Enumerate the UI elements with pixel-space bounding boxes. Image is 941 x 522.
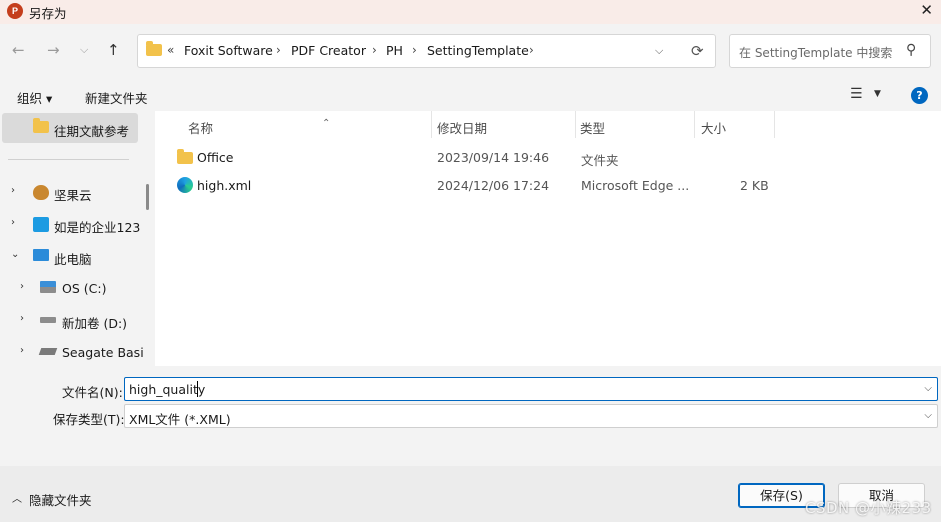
sidebar-item-jianguoyun[interactable]: › 坚果云 [0, 177, 150, 207]
file-date: 2024/12/06 17:24 [437, 178, 550, 193]
forward-arrow-icon[interactable]: → [47, 41, 60, 59]
edge-icon [177, 177, 193, 193]
column-header-type[interactable]: 类型 [576, 111, 694, 138]
refresh-icon[interactable]: ⟳ [691, 42, 704, 60]
navigation-bar: ← → ⌵ ↑ « Foxit Software › PDF Creator ›… [0, 24, 941, 80]
chevron-down-icon[interactable]: ⌵ [924, 383, 932, 394]
sidebar-item-label: 坚果云 [54, 188, 92, 203]
column-header-label: 修改日期 [437, 121, 488, 136]
window-title: 另存为 [29, 6, 67, 21]
breadcrumb-separator-icon[interactable]: › [412, 43, 417, 57]
chevron-down-icon[interactable]: ⌵ [924, 410, 932, 421]
save-form: 文件名(N): high_quality ⌵ 保存类型(T): XML文件 (*… [0, 366, 941, 466]
view-options-icon[interactable]: ☰ [850, 86, 863, 102]
expand-chevron-icon[interactable]: › [11, 185, 15, 196]
title-bar: P 另存为 ✕ [0, 0, 941, 24]
column-header-label: 大小 [701, 121, 727, 136]
address-dropdown-icon[interactable]: ⌵ [655, 44, 663, 58]
filetype-value: XML文件 (*.XML) [129, 412, 231, 427]
hide-folders-button[interactable]: 隐藏文件夹 [29, 490, 92, 509]
file-size: 2 KB [740, 178, 769, 193]
command-toolbar: 组织 ▾ 新建文件夹 ☰ ▼ ? [0, 80, 941, 111]
filetype-select[interactable]: XML文件 (*.XML) ⌵ [124, 404, 938, 428]
navigation-pane: 往期文献参考 › 坚果云 › 如是的企业123 ⌄ 此电脑 › OS (C:) … [0, 111, 155, 366]
expand-chevron-icon[interactable]: › [20, 281, 24, 292]
file-type: Microsoft Edge ... [581, 178, 690, 193]
sidebar-divider [8, 159, 129, 160]
sidebar-item-this-pc[interactable]: ⌄ 此电脑 [0, 241, 150, 271]
breadcrumb-pdf-creator[interactable]: PDF Creator [291, 43, 366, 58]
column-header-name[interactable]: 名称 ⌃ [175, 111, 431, 138]
sidebar-item-enterprise[interactable]: › 如是的企业123 [0, 209, 150, 239]
nut-icon [33, 185, 49, 200]
sidebar-item-label: OS (C:) [62, 281, 107, 296]
folder-icon [33, 118, 49, 133]
expand-chevron-icon[interactable]: › [11, 217, 15, 228]
recent-locations-chevron-icon[interactable]: ⌵ [80, 43, 88, 57]
new-folder-button[interactable]: 新建文件夹 [85, 88, 148, 107]
file-row-office[interactable]: Office 2023/09/14 19:46 文件夹 [169, 144, 789, 170]
sidebar-item-seagate[interactable]: › Seagate Basi [0, 337, 150, 366]
organize-menu-button[interactable]: 组织 ▾ [17, 88, 52, 107]
up-arrow-icon[interactable]: ↑ [107, 41, 120, 59]
breadcrumb-ph[interactable]: PH [386, 43, 403, 58]
sidebar-item-label: 此电脑 [54, 252, 92, 267]
expand-chevron-icon[interactable]: › [20, 313, 24, 324]
powerpoint-app-icon: P [7, 3, 23, 19]
filename-input[interactable]: high_quality ⌵ [124, 377, 938, 401]
watermark: CSDN @小辣233 [805, 499, 932, 517]
breadcrumb-separator-icon[interactable]: › [276, 43, 281, 57]
drive-icon [40, 317, 56, 323]
folder-icon [177, 149, 193, 164]
close-icon[interactable]: ✕ [920, 1, 933, 19]
expand-chevron-icon[interactable]: › [20, 345, 24, 356]
file-type: 文件夹 [581, 153, 619, 168]
breadcrumb-foxit-software[interactable]: Foxit Software [184, 43, 273, 58]
file-name: Office [197, 150, 234, 165]
search-icon[interactable]: ⚲ [906, 42, 916, 58]
folder-icon [146, 41, 162, 56]
search-input[interactable]: 在 SettingTemplate 中搜索 ⚲ [729, 34, 931, 68]
filename-label: 文件名(N): [62, 385, 123, 400]
text-cursor [197, 381, 198, 397]
sidebar-item-quick-access-folder[interactable]: 往期文献参考 [2, 113, 138, 143]
sidebar-item-drive-c[interactable]: › OS (C:) [0, 273, 150, 303]
column-header-date[interactable]: 修改日期 [432, 111, 575, 138]
column-header-label: 类型 [580, 121, 606, 136]
breadcrumb-separator-icon[interactable]: › [372, 43, 377, 57]
file-row-high-xml[interactable]: high.xml 2024/12/06 17:24 Microsoft Edge… [169, 172, 789, 198]
column-header-label: 名称 [188, 121, 214, 136]
help-icon[interactable]: ? [911, 87, 928, 104]
search-placeholder: 在 SettingTemplate 中搜索 [739, 46, 893, 60]
sidebar-item-label: 如是的企业123 [54, 220, 141, 235]
collapse-chevron-icon[interactable]: ⌄ [11, 249, 19, 260]
dialog-footer: ︿ 隐藏文件夹 保存(S) 取消 CSDN @小辣233 [0, 466, 941, 522]
column-header-size[interactable]: 大小 [695, 111, 774, 138]
filetype-label: 保存类型(T): [53, 412, 125, 427]
address-bar[interactable]: « Foxit Software › PDF Creator › PH › Se… [137, 34, 716, 68]
breadcrumb-separator-icon[interactable]: › [529, 43, 534, 57]
sidebar-item-drive-d[interactable]: › 新加卷 (D:) [0, 305, 150, 335]
file-list: 名称 ⌃ 修改日期 类型 大小 Office 2023/09/14 19:46 … [155, 111, 941, 366]
path-overflow-icon[interactable]: « [167, 43, 174, 57]
breadcrumb-settingtemplate[interactable]: SettingTemplate [427, 43, 529, 58]
back-arrow-icon[interactable]: ← [12, 41, 25, 59]
file-name: high.xml [197, 178, 252, 193]
chevron-up-icon[interactable]: ︿ [12, 490, 22, 505]
monitor-icon [33, 249, 49, 261]
column-divider[interactable] [774, 111, 775, 138]
sidebar-item-label: 新加卷 (D:) [62, 316, 128, 331]
sidebar-item-label: 往期文献参考 [54, 124, 130, 139]
filename-value: high_quality [129, 382, 206, 397]
sidebar-item-label: Seagate Basi [62, 345, 144, 360]
external-drive-icon [38, 348, 58, 355]
view-dropdown-icon[interactable]: ▼ [874, 89, 881, 99]
sort-ascending-icon: ⌃ [322, 118, 331, 129]
windows-drive-icon [40, 281, 56, 293]
file-date: 2023/09/14 19:46 [437, 150, 550, 165]
building-icon [33, 217, 49, 232]
